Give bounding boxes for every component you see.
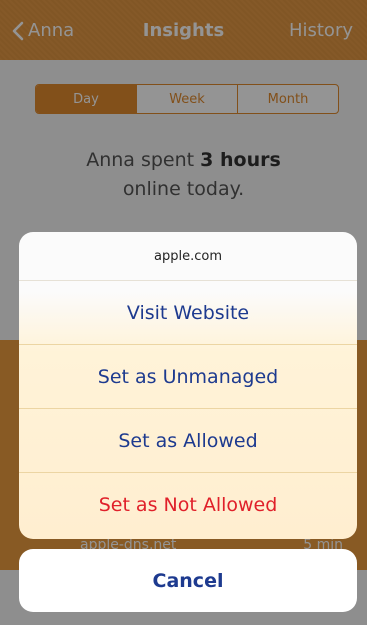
visit-website-button[interactable]: Visit Website: [19, 281, 357, 345]
action-sheet: apple.com Visit Website Set as Unmanaged…: [19, 232, 357, 539]
set-unmanaged-button[interactable]: Set as Unmanaged: [19, 345, 357, 409]
action-sheet-title: apple.com: [19, 232, 357, 281]
set-not-allowed-button[interactable]: Set as Not Allowed: [19, 473, 357, 537]
cancel-button[interactable]: Cancel: [19, 549, 357, 612]
app-screen: Anna Insights History Day Week Month Ann…: [0, 0, 367, 625]
set-allowed-button[interactable]: Set as Allowed: [19, 409, 357, 473]
